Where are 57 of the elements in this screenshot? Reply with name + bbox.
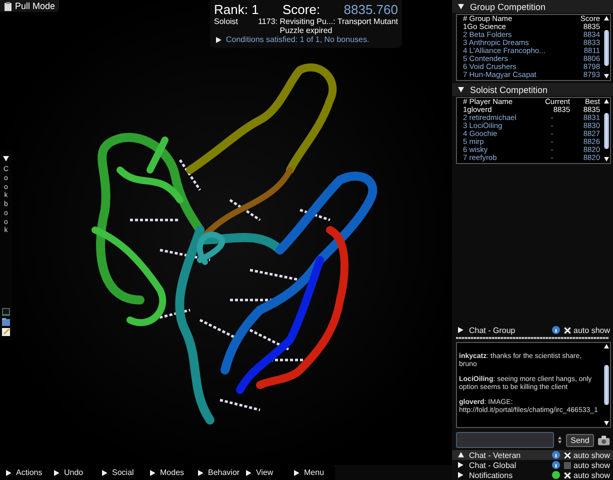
mode-text: Pull Mode: [15, 1, 56, 11]
terminal-icon[interactable]: [2, 308, 10, 316]
rank-text: Rank: 1: [214, 2, 259, 17]
triangle-icon: [604, 99, 608, 104]
chat-section-header[interactable]: Notifications: [458, 470, 548, 480]
checkbox[interactable]: [564, 462, 571, 468]
triangle-icon: [198, 470, 204, 476]
scroll-bar[interactable]: [602, 98, 610, 163]
mode-label[interactable]: Pull Mode: [0, 0, 60, 12]
triangle-icon: [604, 344, 608, 349]
triangle-icon: [604, 157, 608, 162]
menu-button[interactable]: Behavior: [198, 468, 246, 477]
panel-header[interactable]: Soloist Competition: [452, 83, 613, 96]
auto-show-toggle[interactable]: auto show: [564, 470, 610, 480]
send-button[interactable]: Send: [566, 434, 594, 446]
checkbox[interactable]: [564, 452, 571, 458]
clipboard-icon: [4, 2, 12, 10]
menu-button[interactable]: Modes: [150, 468, 198, 477]
spinner-arrows-icon[interactable]: [558, 434, 562, 446]
camera-icon[interactable]: [598, 434, 610, 446]
scroll-bar[interactable]: [602, 15, 610, 80]
triangle-icon: [604, 16, 608, 21]
auto-show-toggle[interactable]: auto show: [564, 326, 610, 334]
info-icon: [552, 326, 560, 334]
puzzle-title: 1173: Revisiting Pu...: Transport Mutant: [258, 17, 398, 26]
checkbox[interactable]: [564, 472, 571, 478]
chat-input-field[interactable]: [456, 432, 554, 448]
menu-button[interactable]: Undo: [54, 468, 102, 477]
triangle-icon: [604, 421, 608, 426]
triangle-icon: [294, 470, 300, 476]
triangle-icon: [102, 470, 108, 476]
folder-icon[interactable]: [2, 318, 10, 326]
menu-button[interactable]: View: [246, 468, 294, 477]
chat-section-header[interactable]: Chat - Veteran: [458, 450, 548, 460]
triangle-icon: [150, 470, 156, 476]
auto-show-toggle[interactable]: auto show: [564, 460, 610, 470]
triangle-icon: [604, 74, 608, 79]
menu-button[interactable]: Actions: [6, 468, 54, 477]
score-value: 8835.760: [344, 2, 398, 17]
status-dot-icon: [552, 471, 560, 479]
score-label: Score:: [282, 2, 320, 17]
triangle-icon: [246, 470, 252, 476]
menu-button[interactable]: Social: [102, 468, 150, 477]
chat-section-header[interactable]: Chat - Group: [458, 326, 548, 334]
info-icon: [552, 461, 560, 469]
menu-button[interactable]: Menu: [294, 468, 334, 477]
conditions-link[interactable]: Conditions satisfied: 1 of 1, No bonuses.: [214, 35, 370, 44]
chat-section-header[interactable]: Chat - Global: [458, 460, 548, 470]
auto-show-toggle[interactable]: auto show: [564, 450, 610, 460]
triangle-icon: [54, 470, 60, 476]
info-icon: [552, 451, 560, 459]
panel-header[interactable]: Group Competition: [452, 0, 613, 13]
checkbox[interactable]: [564, 326, 571, 334]
puzzle-status: Puzzle expired: [278, 26, 334, 35]
scroll-bar[interactable]: [602, 343, 610, 427]
triangle-icon: [6, 470, 12, 476]
player-role: Soloist: [214, 17, 238, 26]
